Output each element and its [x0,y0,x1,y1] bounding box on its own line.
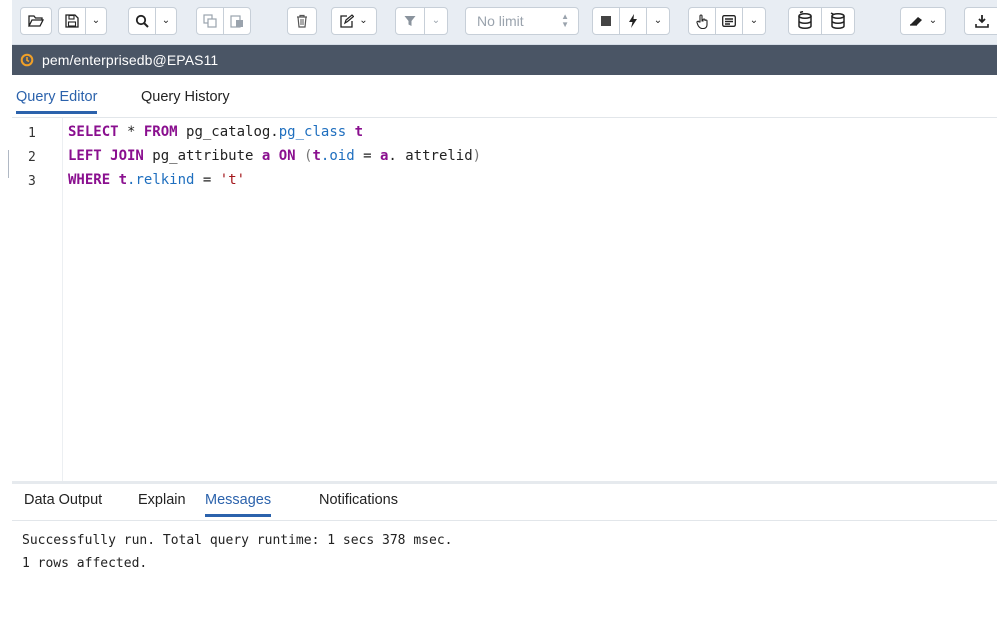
code-line: SELECT * FROM pg_catalog.pg_class t [68,124,363,140]
paste-button[interactable] [223,7,251,35]
code-line: WHERE t.relkind = 't' [68,172,245,188]
code-line: LEFT JOIN pg_attribute a ON (t.oid = a. … [68,148,481,164]
connection-status-indicator [12,53,42,67]
clear-icon [909,17,922,26]
explain-options-dropdown[interactable]: ⌄ [742,7,766,35]
filter-button[interactable] [395,7,425,35]
code-token: pg_class [278,124,347,140]
tab-notifications[interactable]: Notifications [319,492,398,514]
explain-button[interactable] [688,7,716,35]
code-token: pg_attribute [143,148,262,164]
line-number: 3 [28,174,36,189]
code-token: = [194,172,220,188]
filter-options-dropdown[interactable]: ⌄ [424,7,448,35]
tab-explain[interactable]: Explain [138,492,186,514]
code-token: SELECT [68,124,119,140]
chevron-down-icon: ⌄ [749,15,759,26]
code-token: ON [278,148,296,164]
code-token: = [354,148,380,164]
rollback-button[interactable] [821,7,855,35]
tab-query-editor[interactable]: Query Editor [16,89,98,114]
open-file-icon [28,15,44,27]
line-number-gutter: 1 2 3 [12,118,63,481]
sql-editor[interactable]: 1 2 3 SELECT * FROM pg_catalog.pg_class … [12,118,997,481]
code-token: .relkind [127,172,195,188]
copy-icon [203,14,217,28]
chevron-down-icon: ⌄ [359,15,368,26]
chevron-down-icon: ⌄ [653,15,663,26]
message-line: Successfully run. Total query runtime: 1… [22,533,453,548]
query-tabs: Query Editor Query History [12,85,997,118]
message-line: 1 rows affected. [22,556,148,571]
execute-options-dropdown[interactable]: ⌄ [646,7,670,35]
spinner-icon: ▲ ▼ [561,12,569,29]
download-button[interactable] [964,7,997,35]
code-token: LEFT JOIN [68,148,144,164]
row-limit-value: No limit [477,13,524,29]
code-token: t [312,148,321,164]
code-token: t [118,172,128,188]
code-token: pg_catalog. [177,124,279,140]
query-toolbar: ⌄ ⌄ ⌄ ⌄ No limit ▲ ▼ ⌄ ⌄ ⌄ [12,0,997,45]
result-tabs: Data Output Explain Messages Notificatio… [12,484,997,521]
delete-icon [297,14,307,28]
row-limit-select[interactable]: No limit ▲ ▼ [465,7,579,35]
explain-icon [695,13,708,29]
explain-analyze-icon [722,15,736,27]
code-token: t [354,124,364,140]
messages-output: Successfully run. Total query runtime: 1… [22,529,452,575]
explain-analyze-button[interactable] [715,7,743,35]
code-token: FROM [143,124,178,140]
clear-button[interactable]: ⌄ [900,7,946,35]
code-token: 't' [219,172,246,188]
tab-data-output[interactable]: Data Output [24,492,102,514]
code-token: * [118,124,144,140]
line-number: 2 [28,150,36,165]
edge-marker [8,150,9,178]
left-edge [0,0,9,620]
tab-messages[interactable]: Messages [205,492,272,517]
code-token: ) [472,148,482,164]
stop-icon [601,16,611,26]
copy-button[interactable] [196,7,224,35]
save-options-dropdown[interactable]: ⌄ [85,7,107,35]
find-options-dropdown[interactable]: ⌄ [155,7,177,35]
code-token: WHERE [68,172,111,188]
stop-button[interactable] [592,7,620,35]
edit-button[interactable]: ⌄ [331,7,377,35]
chevron-down-icon: ⌄ [431,15,441,26]
connection-bar: pem/enterprisedb@EPAS11 [12,45,997,75]
execute-icon [629,14,637,28]
chevron-down-icon: ⌄ [161,15,171,26]
open-file-button[interactable] [20,7,52,35]
execute-button[interactable] [619,7,647,35]
tab-query-history[interactable]: Query History [141,89,230,111]
save-button[interactable] [58,7,86,35]
line-number: 1 [28,126,36,141]
rollback-icon [830,12,845,30]
save-icon [65,14,79,28]
edit-icon [340,14,355,28]
download-icon [974,15,989,28]
code-token: .oid [320,148,355,164]
filter-icon [404,16,416,26]
code-token: . attrelid [388,148,473,164]
find-button[interactable] [128,7,156,35]
connection-label: pem/enterprisedb@EPAS11 [42,52,219,68]
delete-button[interactable] [287,7,317,35]
commit-button[interactable] [788,7,822,35]
clock-icon [20,53,34,67]
find-icon [135,14,149,28]
chevron-down-icon: ⌄ [91,15,101,26]
chevron-down-icon: ⌄ [928,15,938,26]
paste-icon [230,15,243,28]
commit-icon [798,11,812,30]
